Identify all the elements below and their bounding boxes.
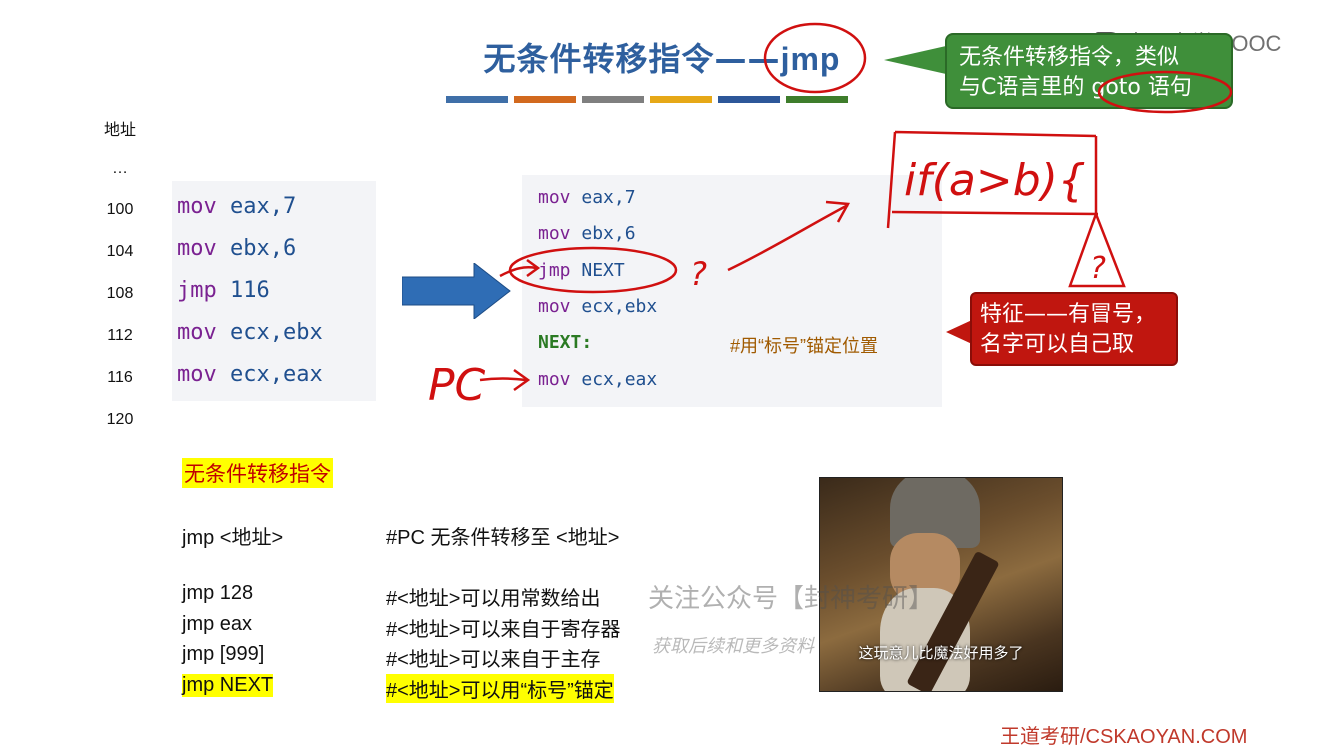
overlay-watermark-line1: 关注公众号【封神考研】 <box>648 584 935 614</box>
handwritten-question-text: ? <box>690 255 707 293</box>
handwritten-pc-text: PC <box>428 360 486 411</box>
syntax-code: jmp <地址> <box>182 527 284 549</box>
syntax-comment: #PC 无条件转移至 <地址> <box>386 527 620 549</box>
circle-goto-annotation <box>1097 70 1233 114</box>
overlay-watermark-line2: 获取后续和更多资料 <box>652 636 814 657</box>
syntax-comment: #<地址>可以来自于主存 <box>386 649 601 671</box>
syntax-comment-highlight: #<地址>可以用“标号”锚定 <box>386 674 614 703</box>
syntax-code: jmp 128 <box>182 582 254 604</box>
handwritten-if-text: if(a>b){ <box>904 155 1086 206</box>
footer-brand: 王道考研/CSKAOYAN.COM <box>1000 726 1248 748</box>
syntax-code: jmp eax <box>182 613 253 635</box>
circle-jmp-annotation <box>763 22 867 94</box>
handwritten-question-text: ? <box>1090 251 1106 286</box>
syntax-code: jmp [999] <box>182 643 265 665</box>
syntax-code-highlight: jmp NEXT <box>182 674 274 697</box>
syntax-comment: #<地址>可以来自于寄存器 <box>386 619 621 641</box>
syntax-comment: #<地址>可以用常数给出 <box>386 588 601 610</box>
section-title: 无条件转移指令 <box>182 458 333 488</box>
photo-subtitle: 这玩意儿比魔法好用多了 <box>858 644 1024 662</box>
